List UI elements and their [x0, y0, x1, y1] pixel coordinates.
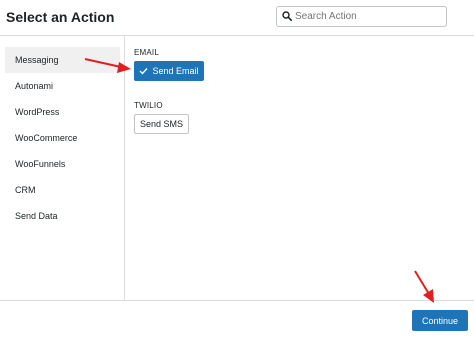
sidebar-item-send-data[interactable]: Send Data — [5, 203, 120, 229]
search-icon — [282, 11, 292, 21]
modal-title: Select an Action — [6, 9, 115, 25]
sidebar-item-wordpress[interactable]: WordPress — [5, 99, 120, 125]
sidebar-item-autonami[interactable]: Autonami — [5, 73, 120, 99]
category-sidebar: Messaging Autonami WordPress WooCommerce… — [0, 36, 125, 300]
sidebar-item-woofunnels[interactable]: WooFunnels — [5, 151, 120, 177]
sidebar-item-woocommerce[interactable]: WooCommerce — [5, 125, 120, 151]
send-email-button[interactable]: Send Email — [134, 61, 204, 81]
sidebar-item-crm[interactable]: CRM — [5, 177, 120, 203]
modal-footer — [0, 300, 474, 337]
search-box[interactable] — [276, 6, 447, 27]
group-label-twilio: TWILIO — [134, 101, 163, 110]
send-sms-label: Send SMS — [139, 119, 184, 129]
modal-header: Select an Action — [0, 0, 474, 36]
search-input[interactable] — [295, 7, 443, 26]
group-label-email: EMAIL — [134, 48, 160, 57]
send-sms-button[interactable]: Send SMS — [134, 114, 189, 134]
continue-label: Continue — [421, 315, 459, 326]
sidebar-item-messaging[interactable]: Messaging — [5, 47, 120, 73]
send-email-label: Send Email — [152, 66, 199, 76]
continue-button[interactable]: Continue — [412, 310, 468, 331]
check-icon — [139, 68, 149, 75]
